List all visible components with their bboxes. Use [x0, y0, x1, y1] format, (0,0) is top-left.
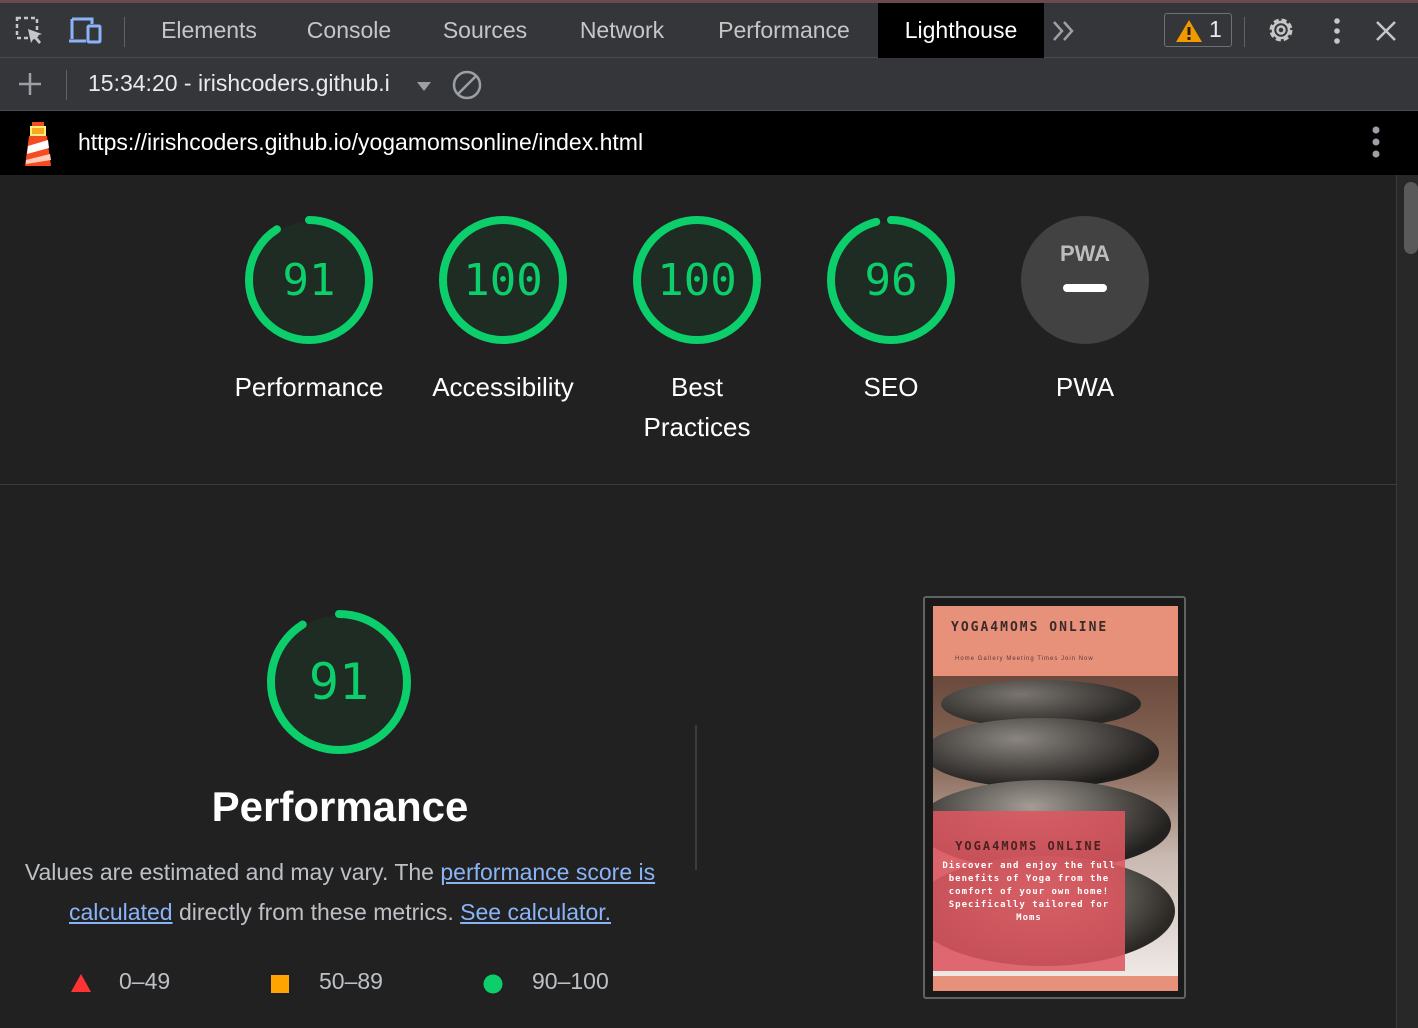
gauge-label: Best Practices [643, 372, 751, 442]
gauge-score: 91 [283, 255, 336, 306]
circle-icon [483, 973, 503, 1000]
gauge-seo[interactable]: 96 SEO [801, 215, 981, 407]
screenshot-brand: YOGA4MOMS ONLINE [951, 620, 1109, 635]
legend-range: 50–89 [319, 968, 383, 994]
square-icon [270, 973, 290, 1000]
warning-count: 1 [1209, 16, 1222, 42]
gauge-ring: 91 [245, 216, 373, 344]
gauge-performance[interactable]: 91 Performance [219, 215, 399, 407]
gauge-ring: 100 [633, 216, 761, 344]
gauge-accessibility[interactable]: 100 Accessibility [413, 215, 593, 407]
dropdown-arrow-icon [416, 74, 432, 101]
tab-performance[interactable]: Performance [696, 3, 872, 58]
gauge-ring: 96 [827, 216, 955, 344]
gauge-ring: 100 [439, 216, 567, 344]
screenshot-nav: Home Gallery Meeting Times Join Now [955, 656, 1094, 662]
warning-icon [1175, 19, 1203, 48]
gauge-label: SEO [863, 372, 919, 402]
screenshot-footer [933, 976, 1178, 991]
gauge-label: Accessibility [432, 372, 574, 402]
lighthouse-toolbar: 15:34:20 - irishcoders.github.i [0, 58, 1418, 111]
legend-range: 90–100 [532, 968, 609, 994]
tab-sources[interactable]: Sources [420, 3, 550, 58]
kebab-menu-icon[interactable] [1327, 16, 1347, 51]
gauge-score: 100 [463, 255, 542, 306]
gauge-score: 96 [865, 255, 918, 306]
lighthouse-logo-icon [20, 120, 56, 173]
toolbar-separator [124, 17, 125, 47]
scrollbar-thumb[interactable] [1404, 182, 1418, 254]
final-screenshot-thumbnail[interactable]: YOGA4MOMS ONLINE Home Gallery Meeting Ti… [923, 596, 1186, 999]
device-toolbar-icon[interactable] [68, 15, 104, 52]
tab-elements[interactable]: Elements [140, 3, 278, 58]
report-menu-icon[interactable] [1366, 125, 1386, 166]
gauge-ring: 91 [267, 610, 411, 754]
gauge-label: Performance [234, 372, 384, 402]
tab-network[interactable]: Network [556, 3, 688, 58]
pwa-badge-text: PWA [1060, 241, 1110, 266]
devtools-tab-bar: Elements Console Sources Network Perform… [0, 0, 1418, 58]
performance-large-gauge: 91 [266, 609, 412, 760]
performance-title: Performance [211, 783, 469, 830]
scrollbar-track[interactable] [1396, 175, 1418, 1028]
report-url: https://irishcoders.github.io/yogamomson… [78, 129, 644, 155]
description-text: directly from these metrics. [172, 899, 461, 925]
triangle-icon [70, 972, 92, 999]
more-tabs-icon[interactable] [1050, 17, 1078, 50]
gear-icon[interactable] [1265, 14, 1297, 51]
section-divider [0, 484, 1396, 485]
performance-description: Values are estimated and may vary. The p… [8, 852, 672, 932]
gauge-pwa[interactable]: PWA PWA [995, 215, 1175, 407]
stone-shape [933, 718, 1159, 788]
report-url-bar: https://irishcoders.github.io/yogamomson… [0, 111, 1418, 175]
close-icon[interactable] [1372, 17, 1400, 50]
description-text: Values are estimated and may vary. The [24, 859, 441, 885]
page-screenshot: YOGA4MOMS ONLINE Home Gallery Meeting Ti… [933, 606, 1178, 991]
plus-icon[interactable] [16, 70, 44, 103]
gauge-label: PWA [1055, 372, 1115, 402]
see-calculator-link[interactable]: See calculator. [460, 899, 611, 925]
toolbar-separator [66, 70, 67, 100]
screenshot-card-title: YOGA4MOMS ONLINE [955, 839, 1103, 853]
screenshot-header: YOGA4MOMS ONLINE Home Gallery Meeting Ti… [933, 606, 1178, 676]
screenshot-card-text: Discover and enjoy the full benefits of … [942, 861, 1116, 923]
report-selector-label: 15:34:20 - irishcoders.github.i [88, 70, 390, 96]
legend-range: 0–49 [119, 968, 171, 994]
vertical-divider [695, 725, 697, 870]
inspect-element-icon[interactable] [14, 15, 46, 52]
performance-score: 91 [309, 653, 369, 711]
clear-icon[interactable] [451, 69, 483, 106]
toolbar-separator [1244, 17, 1245, 47]
tab-lighthouse[interactable]: Lighthouse [878, 3, 1044, 58]
report-selector[interactable]: 15:34:20 - irishcoders.github.i [88, 70, 431, 97]
gauge-best-practices[interactable]: 100 Best Practices [607, 215, 787, 447]
lighthouse-report: 91 Performance 100 Accessibility 100 Bes… [0, 175, 1396, 1028]
warning-count-badge[interactable]: 1 [1164, 13, 1232, 47]
tab-console[interactable]: Console [285, 3, 413, 58]
gauge-score: 100 [657, 255, 736, 306]
pwa-badge-icon: PWA [1021, 216, 1149, 344]
screenshot-hero-card: YOGA4MOMS ONLINE Discover and enjoy the … [933, 811, 1125, 971]
